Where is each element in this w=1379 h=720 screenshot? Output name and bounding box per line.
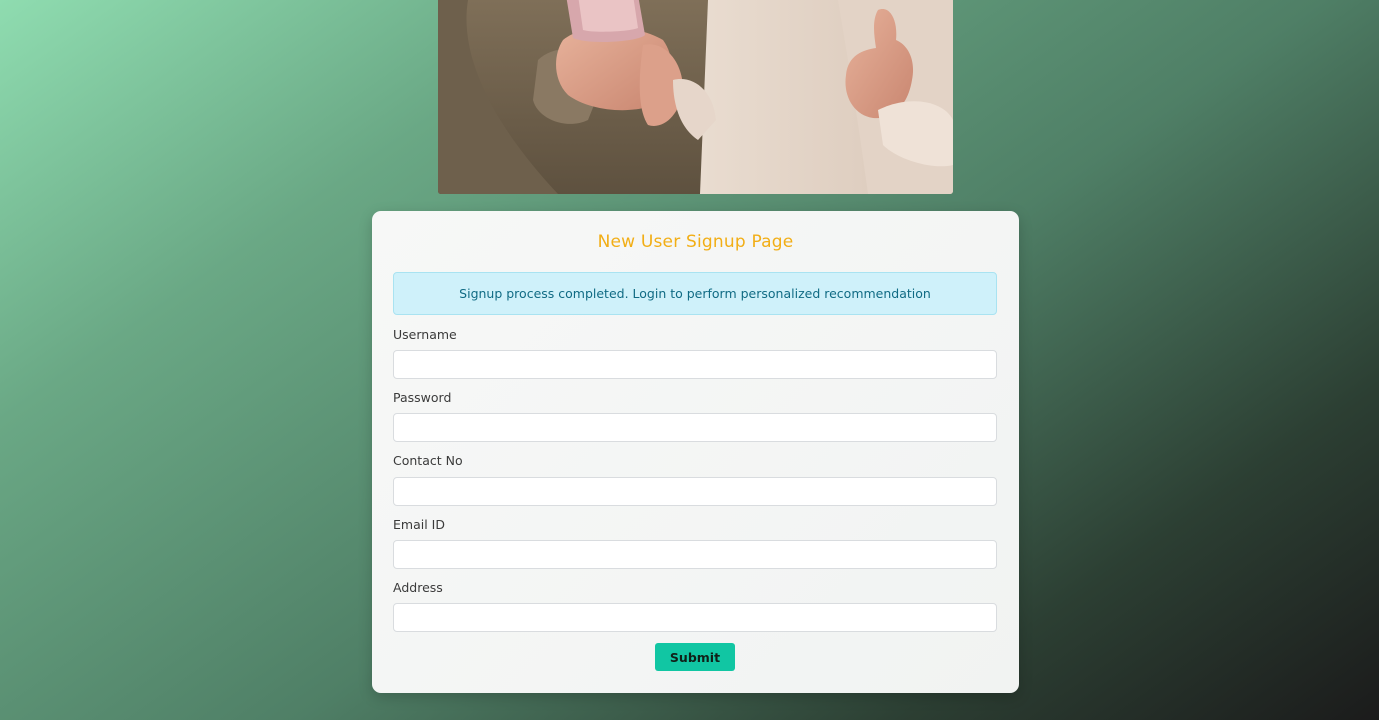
password-input[interactable] [393,413,997,442]
hero-image [438,0,953,194]
contact-no-input[interactable] [393,477,997,506]
address-label: Address [393,580,443,595]
hero-photo [438,0,953,194]
address-input[interactable] [393,603,997,632]
username-label: Username [393,327,457,342]
email-id-input[interactable] [393,540,997,569]
email-id-label: Email ID [393,517,445,532]
submit-button[interactable]: Submit [655,643,735,671]
success-alert: Signup process completed. Login to perfo… [393,272,997,315]
password-label: Password [393,390,452,405]
page-title: New User Signup Page [597,232,794,252]
username-input[interactable] [393,350,997,379]
contact-no-label: Contact No [393,453,463,468]
signup-card: New User Signup Page Signup process comp… [372,211,1019,693]
